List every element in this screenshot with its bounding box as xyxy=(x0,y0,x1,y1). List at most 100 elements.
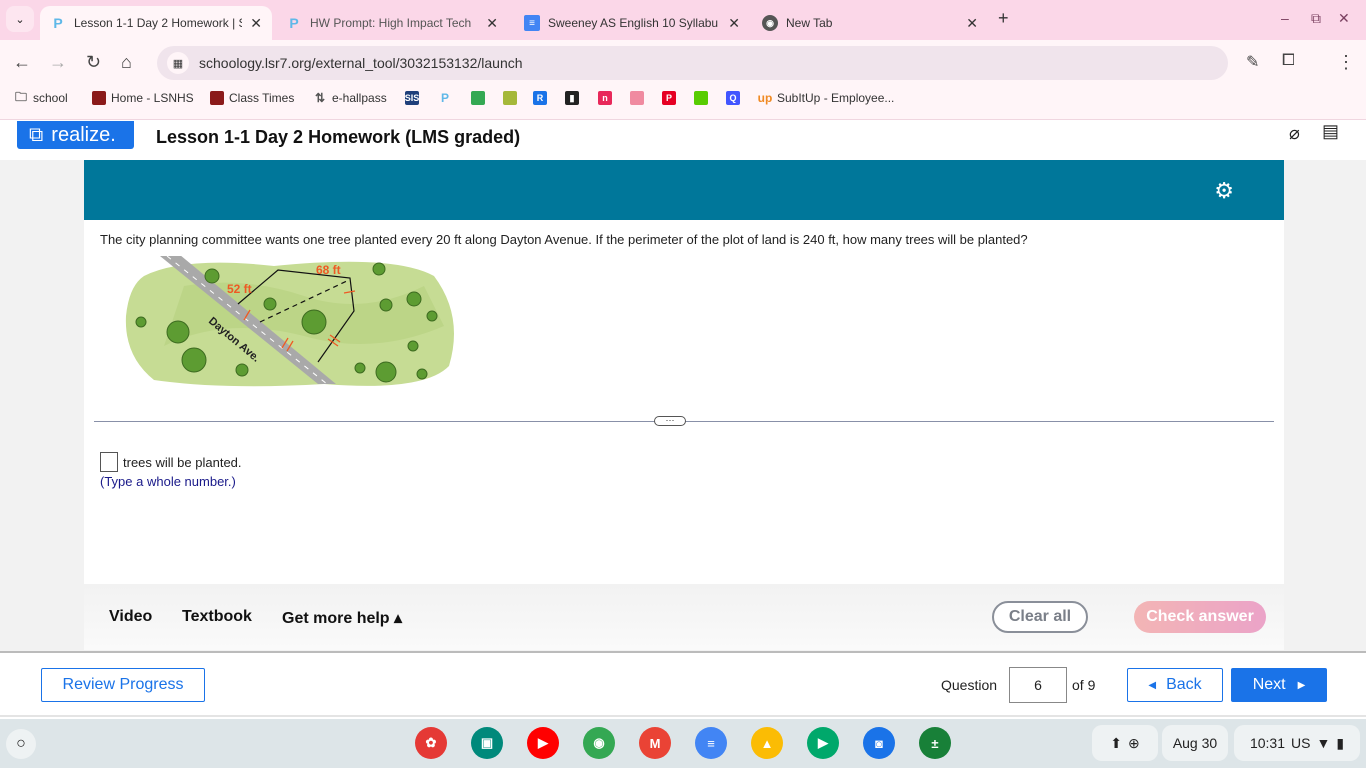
site-info-icon[interactable]: ▦ xyxy=(167,52,189,74)
clear-all-button[interactable]: Clear all xyxy=(992,601,1088,633)
pear-icon xyxy=(503,91,517,105)
eyedropper-extension-icon[interactable]: ✎ xyxy=(1246,52,1259,72)
restore-button[interactable]: ⧉ xyxy=(1311,10,1321,27)
date: Aug 30 xyxy=(1172,735,1218,751)
get-more-help-button[interactable]: Get more help ▴ xyxy=(282,608,402,628)
question-card: ⚙ The city planning committee wants one … xyxy=(84,160,1284,584)
pinterest-icon: P xyxy=(662,91,676,105)
bookmark-chat[interactable] xyxy=(630,91,644,105)
next-button[interactable]: Next ▶ xyxy=(1231,668,1327,702)
address-bar[interactable]: ▦ schoology.lsr7.org/external_tool/30321… xyxy=(157,46,1228,80)
question-label: Question xyxy=(941,677,998,693)
question-header-bar: ⚙ xyxy=(84,160,1284,220)
hallpass-icon: ⇅ xyxy=(314,91,326,105)
calculator-icon[interactable]: ± xyxy=(919,727,951,759)
folder-icon: 🗀 xyxy=(14,89,27,104)
video-link[interactable]: Video xyxy=(109,608,152,626)
tab-lesson[interactable]: P Lesson 1-1 Day 2 Homework | S ✕ xyxy=(40,6,272,40)
check-answer-button[interactable]: Check answer xyxy=(1134,601,1266,633)
docs-icon[interactable]: ≡ xyxy=(695,727,727,759)
gear-icon[interactable]: ⚙ xyxy=(1214,178,1234,204)
answer-suffix: trees will be planted. xyxy=(123,454,242,470)
os-shelf: ○ ✿ ▣ ▶ ◉ M ≡ ▲ ▶ ◙ ± ⬆ ⊕ Aug 30 10:31 US ▼ ▮ xyxy=(0,719,1366,768)
play-store-icon[interactable]: ▶ xyxy=(807,727,839,759)
bookmark-google-drive[interactable] xyxy=(471,91,485,105)
close-tab-icon[interactable]: ✕ xyxy=(486,15,498,32)
tab-hw-prompt[interactable]: P HW Prompt: High Impact Tech ✕ xyxy=(276,6,508,40)
system-tray[interactable]: 10:31 US ▼ ▮ xyxy=(1234,725,1360,761)
question-number-input[interactable]: 6 xyxy=(1009,667,1067,703)
back-button[interactable]: ◀ Back xyxy=(1127,668,1223,702)
bookmark-n[interactable]: n xyxy=(598,91,612,105)
pearson-p-icon: P xyxy=(440,91,449,105)
caret-left-icon: ◀ xyxy=(1148,679,1157,691)
question-total: of 9 xyxy=(1072,677,1096,693)
drive-icon[interactable]: ▲ xyxy=(751,727,783,759)
bookmark-subitup-employee[interactable]: up SubItUp - Employee... xyxy=(757,91,895,105)
caret-right-icon: ▶ xyxy=(1297,679,1306,691)
bookmark-label: Class Times xyxy=(229,91,295,105)
battery-icon: ▮ xyxy=(1336,734,1345,751)
reload-icon[interactable]: ↻ xyxy=(86,52,101,73)
extensions-icon[interactable]: ⧠ xyxy=(1282,52,1295,70)
bookmark-label: Home - LSNHS xyxy=(111,91,194,105)
menu-icon[interactable]: ⋮ xyxy=(1337,52,1355,73)
tab-new-tab[interactable]: ◉ New Tab ✕ xyxy=(752,6,988,40)
canvas-icon[interactable]: ✿ xyxy=(415,727,447,759)
bookmark-pear[interactable] xyxy=(503,91,517,105)
subitup-icon: up xyxy=(757,91,773,105)
bookmark-home-lsnhs[interactable]: Home - LSNHS xyxy=(92,91,194,105)
forward-arrow-icon[interactable]: → xyxy=(49,52,67,73)
page-title: Lesson 1-1 Day 2 Homework (LMS graded) xyxy=(156,127,521,147)
school-mascot-icon xyxy=(210,91,224,105)
back-arrow-icon[interactable]: ← xyxy=(13,52,31,73)
bookmark-quizlet[interactable]: Q xyxy=(726,91,740,105)
close-window-button[interactable]: ✕ xyxy=(1338,10,1350,27)
answer-hint: (Type a whole number.) xyxy=(100,474,236,489)
home-icon[interactable]: ⌂ xyxy=(121,52,132,73)
resize-handle[interactable]: ··· xyxy=(654,416,686,426)
help-bar: Video Textbook Get more help ▴ Clear all… xyxy=(84,584,1284,650)
bookmark-sis[interactable]: SIS xyxy=(405,91,419,105)
bookmark-school[interactable]: 🗀 school xyxy=(14,89,68,106)
pearson-p-icon: P xyxy=(289,15,299,31)
close-tab-icon[interactable]: ✕ xyxy=(966,15,978,32)
date-button[interactable]: Aug 30 xyxy=(1162,725,1228,761)
chrome-icon[interactable]: ◉ xyxy=(583,727,615,759)
review-progress-button[interactable]: Review Progress xyxy=(41,668,205,702)
tab-syllabus[interactable]: ≡ Sweeney AS English 10 Syllabu ✕ xyxy=(514,6,750,40)
bookmark-r[interactable]: R xyxy=(533,91,547,105)
realize-logo[interactable]: ⧉ realize. xyxy=(17,121,134,149)
close-tab-icon[interactable]: ✕ xyxy=(728,15,740,32)
camera-icon[interactable]: ◙ xyxy=(863,727,895,759)
answer-row: trees will be planted. xyxy=(100,452,242,472)
status-icons[interactable]: ⬆ ⊕ xyxy=(1092,725,1158,761)
launcher-icon[interactable]: ○ xyxy=(6,729,36,759)
minimize-button[interactable]: – xyxy=(1281,10,1289,26)
bookmark-e-hallpass[interactable]: ⇅ e-hallpass xyxy=(313,91,387,105)
question-text: The city planning committee wants one tr… xyxy=(100,232,1028,247)
google-docs-icon: ≡ xyxy=(524,15,540,31)
bookmark-label: e-hallpass xyxy=(332,91,387,105)
bookmark-pinterest[interactable]: P xyxy=(662,91,676,105)
gmail-icon[interactable]: M xyxy=(639,727,671,759)
bookmark-pearson-p[interactable]: P xyxy=(438,91,452,105)
close-tab-icon[interactable]: ✕ xyxy=(250,15,262,32)
upload-icon: ⬆ xyxy=(1110,734,1122,751)
bookmark-duolingo[interactable] xyxy=(694,91,708,105)
question-footer: Review Progress Question 6 of 9 ◀ Back Ne… xyxy=(0,651,1366,717)
answer-input[interactable] xyxy=(100,452,118,472)
google-drive-icon xyxy=(471,91,485,105)
youtube-icon[interactable]: ▶ xyxy=(527,727,559,759)
textbook-link[interactable]: Textbook xyxy=(182,608,252,626)
bookmark-label: school xyxy=(33,91,68,105)
comments-icon[interactable]: ▤ xyxy=(1322,121,1339,142)
new-tab-button[interactable]: + xyxy=(998,8,1009,29)
back-label: Back xyxy=(1166,676,1202,693)
bookmark-class-times[interactable]: Class Times xyxy=(210,91,294,105)
bookmark-label: SubItUp - Employee... xyxy=(777,91,895,105)
classroom-icon[interactable]: ▣ xyxy=(471,727,503,759)
paperclip-icon[interactable]: ⌀ xyxy=(1289,123,1300,144)
bookmark-book[interactable]: ▮ xyxy=(565,91,579,105)
tab-search-button[interactable]: ⌄ xyxy=(6,6,34,32)
